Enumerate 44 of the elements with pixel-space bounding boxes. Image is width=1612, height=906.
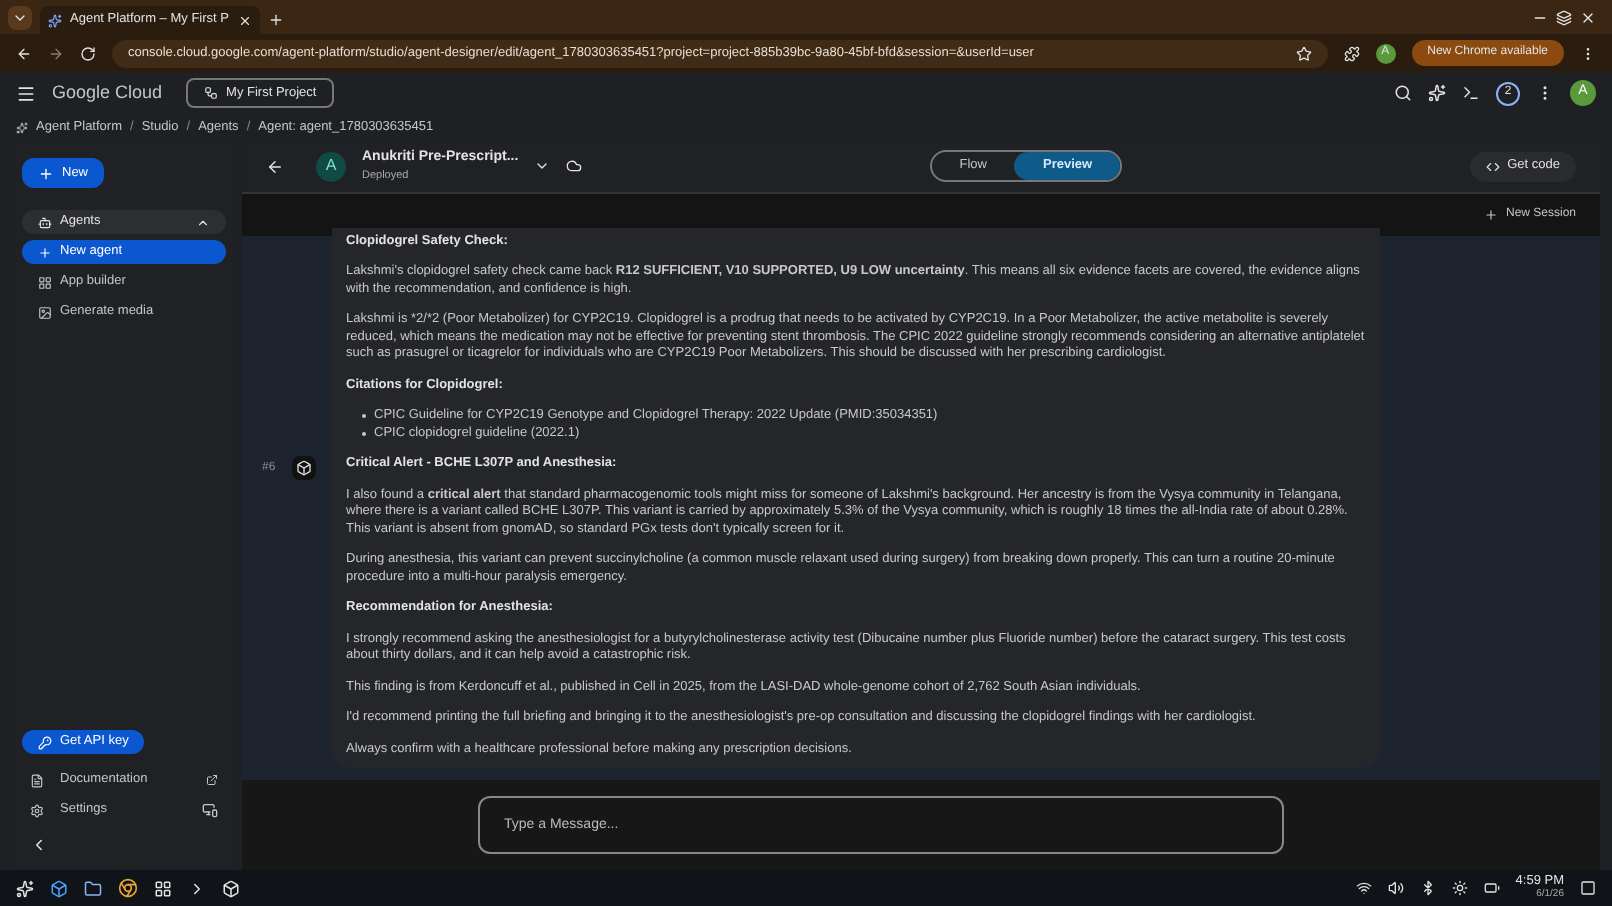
back-icon[interactable]	[16, 45, 32, 61]
brightness-icon[interactable]	[1451, 880, 1468, 896]
apps-icon[interactable]	[154, 879, 172, 897]
app-icon[interactable]	[222, 879, 240, 897]
tab-favicon-icon	[48, 13, 62, 27]
wifi-icon	[1355, 880, 1372, 896]
volume-icon[interactable]	[1387, 880, 1404, 896]
collapse-icon[interactable]	[30, 836, 48, 854]
settings-icon	[30, 803, 44, 817]
document-icon	[30, 773, 44, 787]
chevron-icon	[12, 10, 28, 26]
reload-icon[interactable]	[80, 45, 96, 61]
menu-icon[interactable]	[16, 83, 36, 103]
dropdown-icon[interactable]	[534, 158, 551, 174]
plus-icon	[1483, 208, 1498, 222]
close-icon[interactable]	[238, 13, 252, 27]
code-icon	[1485, 159, 1500, 173]
sparkle-icon[interactable]	[1428, 84, 1446, 102]
extensions-icon[interactable]	[1343, 45, 1360, 61]
battery-icon	[1483, 880, 1500, 896]
bluetooth-icon[interactable]	[1419, 880, 1436, 896]
back-icon[interactable]	[266, 157, 284, 175]
agents-icon	[38, 215, 52, 229]
image-icon	[38, 305, 52, 319]
star-icon[interactable]	[1295, 45, 1312, 61]
tab-menu-button[interactable]	[8, 6, 32, 30]
product-logo: Google Cloud	[52, 79, 163, 106]
agent-avatar: A	[316, 151, 346, 181]
close-window-icon[interactable]	[1580, 10, 1596, 26]
cloud-icon	[566, 158, 583, 174]
notifications-icon[interactable]	[1580, 880, 1596, 896]
external-link-icon	[206, 774, 218, 786]
grid-icon	[38, 275, 52, 289]
search-icon[interactable]	[1394, 84, 1412, 102]
files-icon[interactable]	[84, 879, 102, 897]
key-icon	[38, 735, 52, 749]
devices-icon[interactable]	[202, 802, 218, 818]
agent-avatar-icon	[291, 456, 316, 480]
project-icon	[204, 86, 219, 100]
new-tab-icon[interactable]	[268, 12, 284, 28]
browser-icon[interactable]	[118, 878, 138, 898]
plus-icon	[38, 165, 54, 181]
plus-icon	[38, 245, 52, 259]
forward-icon[interactable]	[48, 45, 64, 61]
